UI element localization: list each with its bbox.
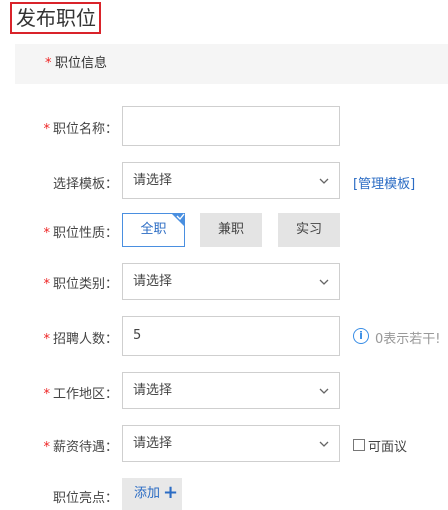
headcount-value: 5 <box>133 328 142 343</box>
location-label-text: 工作地区： <box>52 387 118 402</box>
section-title: 职位信息 <box>55 56 108 71</box>
template-value: 请选择 <box>133 173 173 188</box>
headcount-input[interactable]: 5 <box>122 316 340 356</box>
required-marker: * <box>43 122 50 137</box>
job-nature-fulltime-option[interactable]: 全职 <box>122 213 185 247</box>
headcount-hint: 0表示若干! <box>375 332 441 347</box>
job-nature-parttime-option[interactable]: 兼职 <box>200 213 262 247</box>
negotiable-label: 可面议 <box>368 440 408 455</box>
check-corner-icon <box>171 213 185 227</box>
required-marker: * <box>43 387 50 402</box>
plus-icon: + <box>163 482 179 503</box>
category-label: * 职位类别： <box>6 273 118 292</box>
headcount-label-text: 招聘人数： <box>52 332 118 347</box>
template-label: 选择模板： <box>6 173 118 192</box>
negotiable-checkbox[interactable] <box>353 439 365 451</box>
salary-select[interactable]: 请选择 <box>122 425 340 462</box>
job-name-label-text: 职位名称： <box>52 122 118 137</box>
location-value: 请选择 <box>133 383 173 398</box>
salary-label-text: 薪资待遇： <box>52 440 118 455</box>
chevron-down-icon <box>319 388 329 394</box>
page-title: 发布职位 <box>10 2 101 34</box>
required-marker: * <box>43 332 50 347</box>
chevron-down-icon <box>319 279 329 285</box>
template-label-text: 选择模板： <box>52 177 118 192</box>
option-label: 实习 <box>295 222 322 237</box>
highlights-label-text: 职位亮点： <box>52 491 118 506</box>
section-header: * 职位信息 <box>15 44 448 84</box>
job-name-input[interactable] <box>122 106 340 146</box>
highlights-label: 职位亮点： <box>6 487 118 506</box>
category-select[interactable]: 请选择 <box>122 263 340 300</box>
required-marker: * <box>43 440 50 455</box>
job-nature-label-text: 职位性质： <box>52 226 118 241</box>
option-label: 全职 <box>140 222 167 237</box>
category-label-text: 职位类别： <box>52 277 118 292</box>
job-nature-intern-option[interactable]: 实习 <box>278 213 340 247</box>
chevron-down-icon <box>319 441 329 447</box>
template-select[interactable]: 请选择 <box>122 162 340 199</box>
location-select[interactable]: 请选择 <box>122 372 340 409</box>
salary-value: 请选择 <box>133 436 173 451</box>
required-marker: * <box>43 226 50 241</box>
chevron-down-icon <box>319 178 329 184</box>
job-nature-label: * 职位性质： <box>6 222 118 241</box>
category-value: 请选择 <box>133 274 173 289</box>
location-label: * 工作地区： <box>6 383 118 402</box>
add-label: 添加 <box>134 486 161 501</box>
add-highlight-button[interactable]: 添加 + <box>122 478 182 510</box>
salary-label: * 薪资待遇： <box>6 436 118 455</box>
job-name-label: * 职位名称： <box>6 118 118 137</box>
option-label: 兼职 <box>217 222 244 237</box>
info-icon: i <box>353 328 369 344</box>
headcount-label: * 招聘人数： <box>6 328 118 347</box>
required-marker: * <box>43 277 50 292</box>
manage-templates-link[interactable]: [管理模板] <box>353 173 415 192</box>
required-marker: * <box>45 56 52 71</box>
